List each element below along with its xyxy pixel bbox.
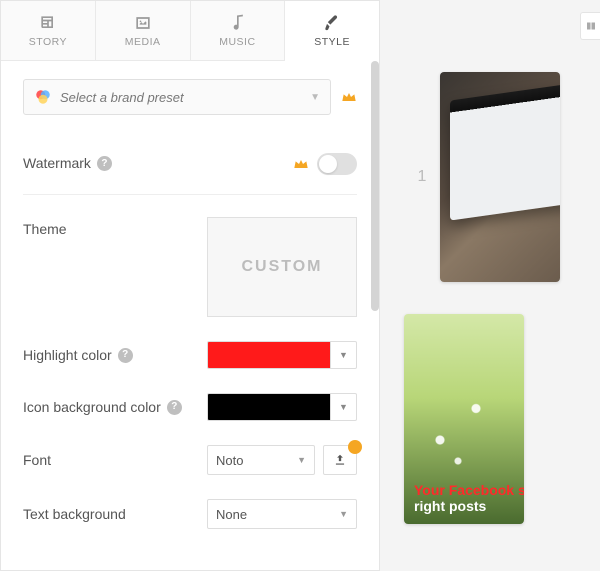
tab-story[interactable]: STORY [1,1,96,60]
style-settings: Select a brand preset ▼ Watermark ? Them… [1,61,379,570]
highlight-color-picker[interactable]: ▼ [207,341,357,369]
font-row: Font Noto ▼ [23,433,357,487]
font-label: Font [23,448,51,473]
upload-icon [333,453,347,467]
theme-label: Theme [23,217,67,242]
text-bg-select[interactable]: None ▼ [207,499,357,529]
tab-music[interactable]: MUSIC [191,1,286,60]
highlight-color-swatch [207,341,331,369]
chevron-down-icon: ▼ [339,509,348,519]
slide-1-index: 1 [404,168,440,186]
chevron-down-icon: ▼ [310,92,320,103]
theme-name: CUSTOM [241,258,322,276]
highlight-color-label: Highlight color [23,343,112,368]
newspaper-icon [38,13,58,33]
icon-bg-swatch [207,393,331,421]
tab-music-label: MUSIC [219,36,255,48]
slide-thumbnail-2[interactable]: Your Facebook success right posts [404,314,524,524]
crown-icon [293,157,309,171]
tab-media-label: MEDIA [125,36,161,48]
tab-media[interactable]: MEDIA [96,1,191,60]
help-icon[interactable]: ? [167,400,182,415]
brand-preset-select[interactable]: Select a brand preset ▼ [23,79,331,115]
font-upload-button[interactable] [323,445,357,475]
brush-icon [322,13,342,33]
collapse-button[interactable] [580,12,600,40]
watermark-row: Watermark ? [23,139,357,188]
slide-2-text-line-1: Your Facebook success [414,482,514,498]
font-select[interactable]: Noto ▼ [207,445,315,475]
image-icon [133,13,153,33]
watermark-label: Watermark [23,151,91,176]
columns-icon [585,20,597,32]
watermark-toggle[interactable] [317,153,357,175]
icon-bg-label: Icon background color [23,395,161,420]
slide-2-text-line-2: right posts [414,498,514,514]
tab-style-label: STYLE [314,36,350,48]
help-icon[interactable]: ? [97,156,112,171]
style-panel: STORY MEDIA MUSIC STYLE Select a brand p… [0,0,380,571]
text-bg-value: None [216,507,247,522]
editor-tabs: STORY MEDIA MUSIC STYLE [1,1,379,61]
slide-strip: 1 ⌃ 2 ⌄ Your Facebook success right post… [380,0,600,571]
music-note-icon [227,13,247,33]
icon-bg-color-picker[interactable]: ▼ [207,393,357,421]
tab-story-label: STORY [29,36,67,48]
divider [23,194,357,195]
icon-bg-row: Icon background color ? ▼ [23,381,357,433]
theme-picker[interactable]: CUSTOM [207,217,357,317]
text-bg-row: Text background None ▼ [23,487,357,541]
palette-icon [34,88,52,106]
brand-preset-row: Select a brand preset ▼ [23,79,357,115]
brand-preset-placeholder: Select a brand preset [60,90,184,105]
chevron-down-icon: ▼ [297,455,306,465]
chevron-down-icon[interactable]: ▼ [331,393,357,421]
chevron-down-icon[interactable]: ▼ [331,341,357,369]
crown-icon [341,90,357,104]
help-icon[interactable]: ? [118,348,133,363]
slide-thumbnail-1[interactable] [440,72,560,282]
highlight-color-row: Highlight color ? ▼ [23,329,357,381]
text-bg-label: Text background [23,502,126,527]
font-value: Noto [216,453,243,468]
tab-style[interactable]: STYLE [285,1,379,61]
slide-2-wrap: ⌃ 2 ⌄ Your Facebook success right posts [404,314,524,524]
slide-1-wrap: 1 [404,72,560,282]
premium-badge-icon [348,440,362,454]
theme-row: Theme CUSTOM [23,205,357,329]
